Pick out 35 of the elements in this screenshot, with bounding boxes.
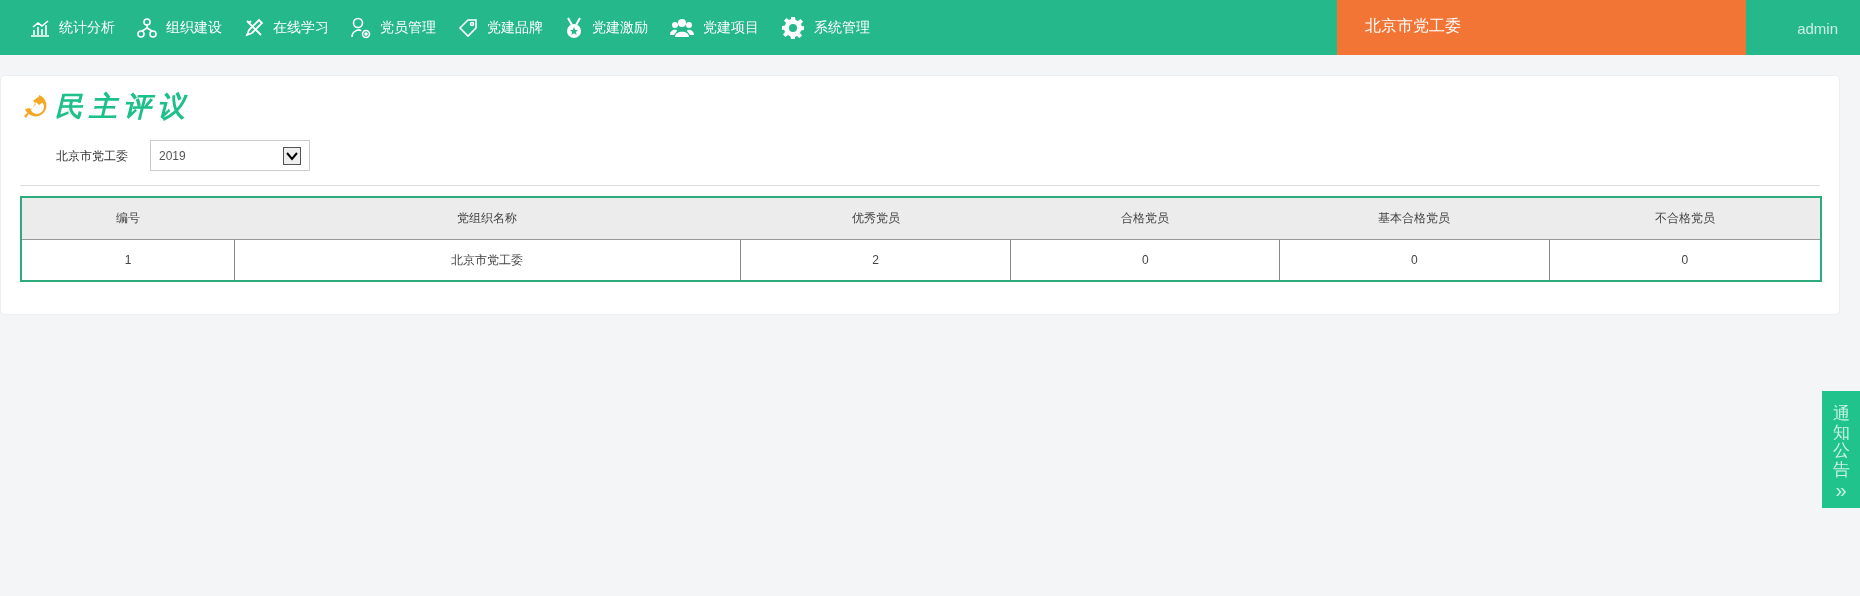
- nav-menu-item[interactable]: 党建激励: [565, 16, 648, 39]
- nav-menu-item[interactable]: 党建项目: [670, 17, 759, 38]
- organization-name: 北京市党工委: [1365, 16, 1461, 36]
- tag-icon: [458, 17, 478, 38]
- table-cell: 0: [1010, 239, 1280, 281]
- table-cell: 北京市党工委: [234, 239, 741, 281]
- bar-chart-icon: [30, 18, 50, 37]
- hierarchy-icon: [137, 17, 157, 38]
- medal-icon: [565, 16, 583, 39]
- page-title: 民主评议: [55, 90, 191, 124]
- column-header: 基本合格党员: [1279, 197, 1550, 239]
- column-header: 优秀党员: [740, 197, 1011, 239]
- dropdown-icon: [283, 146, 301, 165]
- table-cell: 0: [1549, 239, 1821, 281]
- gear-icon: [781, 15, 805, 40]
- user-gear-icon: [351, 16, 371, 39]
- user-link[interactable]: admin: [1797, 18, 1838, 41]
- column-header: 编号: [21, 197, 235, 239]
- nav-menu-item[interactable]: 在线学习: [244, 17, 329, 38]
- nav-menu-item[interactable]: 组织建设: [137, 17, 222, 38]
- nav-menu-item[interactable]: 党员管理: [351, 16, 436, 39]
- column-header: 合格党员: [1010, 197, 1280, 239]
- nav-menu-item[interactable]: 党建品牌: [458, 17, 543, 38]
- nav-menu-item[interactable]: 系统管理: [781, 15, 870, 40]
- notice-side-tab[interactable]: 通知公告 »: [1822, 391, 1860, 508]
- table-cell: 1: [21, 239, 235, 281]
- nav-menu-item[interactable]: 统计分析: [30, 17, 115, 38]
- year-select[interactable]: 2019: [150, 140, 310, 171]
- table-cell: 0: [1279, 239, 1550, 281]
- column-header: 不合格党员: [1549, 197, 1821, 239]
- people-group-icon: [670, 17, 694, 38]
- pencil-ruler-icon: [244, 17, 264, 38]
- column-header: 党组织名称: [234, 197, 741, 239]
- filter-label: 北京市党工委: [56, 147, 128, 165]
- table-cell: 2: [740, 239, 1011, 281]
